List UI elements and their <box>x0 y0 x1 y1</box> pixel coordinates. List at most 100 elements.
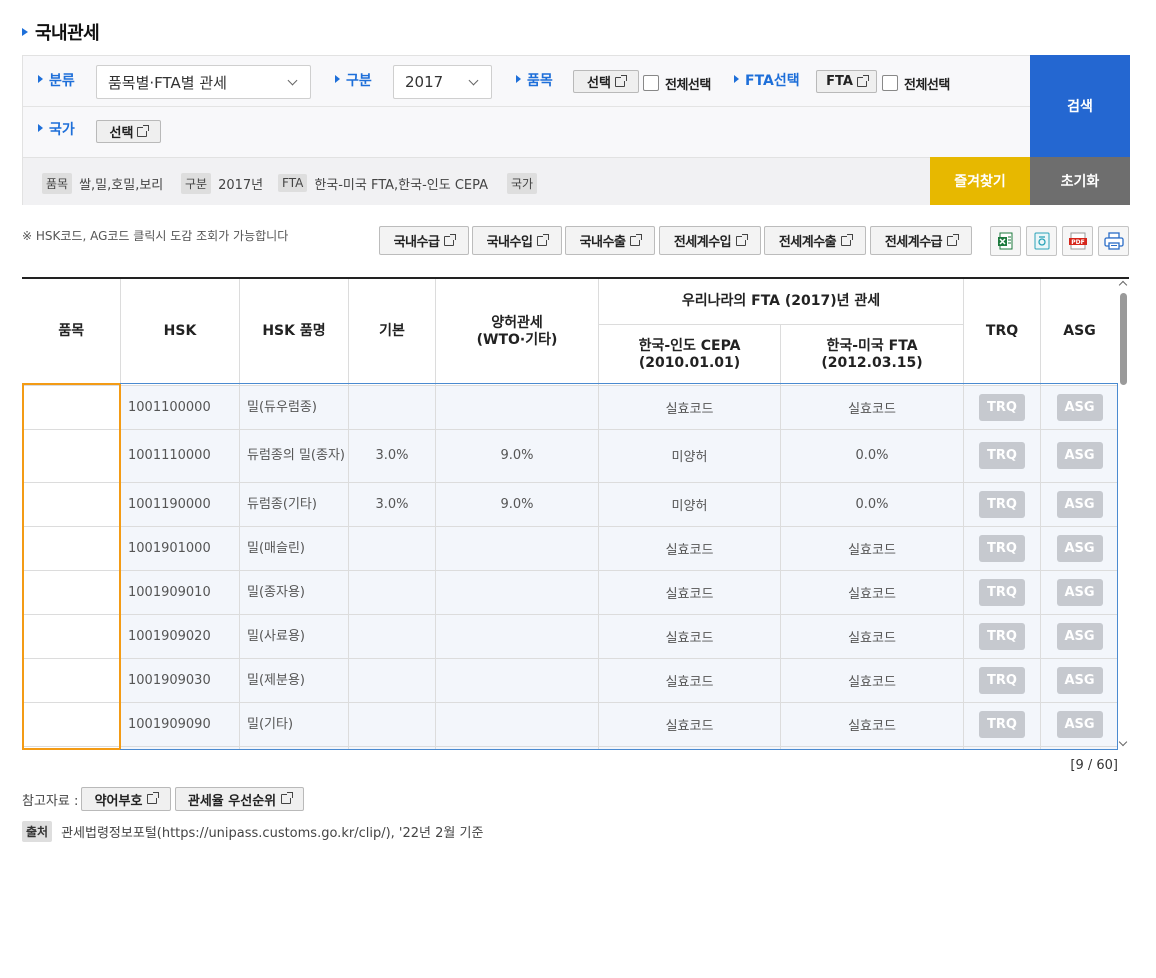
cell-hsk-name: 밀(기타) <box>239 701 349 747</box>
item-select-all-checkbox[interactable] <box>643 75 659 91</box>
cell-hsk[interactable]: 1001909010 <box>120 569 240 615</box>
excel-download-button[interactable] <box>990 226 1021 256</box>
cell-trq: TRQ <box>963 481 1042 527</box>
col-header-basic: 기본 <box>348 279 436 386</box>
country-select-button[interactable]: 선택 <box>96 120 161 143</box>
cell-trq: TRQ <box>963 701 1042 747</box>
table-cell <box>963 745 1042 749</box>
external-link-icon <box>281 792 294 804</box>
cell-concession <box>435 613 599 659</box>
scroll-up-icon[interactable] <box>1118 280 1128 290</box>
classification-select[interactable]: 품목별·FTA별 관세 <box>96 65 311 99</box>
cell-hsk[interactable]: 1001901000 <box>120 525 240 571</box>
trq-button[interactable]: TRQ <box>979 442 1026 469</box>
external-link-icon <box>856 74 869 87</box>
domestic-export-button[interactable]: 국내수출 <box>565 226 655 255</box>
bullet-icon <box>38 124 43 132</box>
abbreviation-button[interactable]: 약어부호 <box>81 787 171 811</box>
table-cell <box>1040 745 1120 749</box>
category-select[interactable]: 2017 <box>393 65 492 99</box>
cell-fta-usa: 0.0% <box>779 481 965 527</box>
table-cell <box>120 745 240 749</box>
cell-item <box>22 428 121 483</box>
cell-item <box>22 569 121 615</box>
cell-basic: 3.0% <box>348 428 436 483</box>
reset-button[interactable]: 초기화 <box>1030 157 1130 205</box>
col-header-fta-usa: 한국-미국 FTA (2012.03.15) <box>779 323 965 386</box>
cell-concession: 9.0% <box>435 481 599 527</box>
trq-button[interactable]: TRQ <box>979 490 1026 518</box>
world-export-button[interactable]: 전세계수출 <box>764 226 866 255</box>
fta-select-all-checkbox[interactable] <box>882 75 898 91</box>
table-cell <box>348 745 436 749</box>
cell-item <box>22 384 121 430</box>
cell-hsk-name: 밀(매슬린) <box>239 525 349 571</box>
favorite-button[interactable]: 즐겨찾기 <box>930 157 1030 205</box>
fta-select-button[interactable]: FTA <box>816 70 877 93</box>
source-note: 출처 관세법령정보포털(https://unipass.customs.go.k… <box>22 821 483 842</box>
cell-hsk[interactable]: 1001110000 <box>120 428 240 483</box>
chevron-down-icon <box>468 75 479 86</box>
cell-hsk[interactable]: 1001909090 <box>120 701 240 747</box>
col-header-fta-group: 우리나라의 FTA (2017)년 관세 <box>597 279 965 325</box>
trq-button[interactable]: TRQ <box>979 622 1026 650</box>
table-row: 1001909020 밀(사료용) 실효코드 실효코드 TRQ ASG <box>22 613 1120 659</box>
cell-concession <box>435 384 599 430</box>
cell-hsk[interactable]: 1001190000 <box>120 481 240 527</box>
trq-button[interactable]: TRQ <box>979 578 1026 606</box>
trq-button[interactable]: TRQ <box>979 393 1026 421</box>
cell-hsk[interactable]: 1001909020 <box>120 613 240 659</box>
item-select-all[interactable]: 전체선택 <box>643 74 711 93</box>
pdf-download-button[interactable]: PDF <box>1062 226 1093 256</box>
code-notice: ※ HSK코드, AG코드 클릭시 도감 조회가 가능합니다 <box>22 229 289 243</box>
asg-button[interactable]: ASG <box>1056 442 1103 469</box>
cell-basic <box>348 613 436 659</box>
col-header-concession: 양허관세 (WTO·기타) <box>435 279 599 386</box>
external-link-icon <box>630 233 643 246</box>
cell-fta-india: 실효코드 <box>598 613 781 659</box>
asg-button[interactable]: ASG <box>1056 578 1103 606</box>
asg-button[interactable]: ASG <box>1056 622 1103 650</box>
trq-button[interactable]: TRQ <box>979 666 1026 694</box>
cell-trq: TRQ <box>963 569 1042 615</box>
country-label: 국가 <box>38 120 75 138</box>
cell-basic <box>348 569 436 615</box>
selection-summary: 품목 쌀,밀,호밀,보리 구분 2017년 FTA 한국-미국 FTA,한국-인… <box>23 157 930 205</box>
cell-item <box>22 613 121 659</box>
asg-button[interactable]: ASG <box>1056 393 1103 421</box>
search-button[interactable]: 검색 <box>1030 55 1130 157</box>
scroll-down-icon[interactable] <box>1118 737 1128 747</box>
asg-button[interactable]: ASG <box>1056 666 1103 694</box>
summary-item: 품목 쌀,밀,호밀,보리 <box>42 172 163 194</box>
external-link-icon <box>736 233 749 246</box>
asg-button[interactable]: ASG <box>1056 534 1103 562</box>
tariff-priority-button[interactable]: 관세율 우선순위 <box>175 787 304 811</box>
cell-hsk[interactable]: 1001909030 <box>120 657 240 703</box>
cell-hsk[interactable]: 1001100000 <box>120 384 240 430</box>
fta-select-all[interactable]: 전체선택 <box>882 74 950 93</box>
item-select-button[interactable]: 선택 <box>573 70 639 93</box>
world-supply-button[interactable]: 전세계수급 <box>870 226 972 255</box>
scroll-thumb[interactable] <box>1120 293 1127 385</box>
asg-button[interactable]: ASG <box>1056 710 1103 738</box>
col-header-asg: ASG <box>1040 279 1120 386</box>
table-row <box>22 745 1120 749</box>
col-header-item: 품목 <box>22 279 121 386</box>
domestic-supply-button[interactable]: 국내수급 <box>379 226 469 255</box>
summary-country: 국가 <box>507 172 544 194</box>
print-button[interactable] <box>1098 226 1129 256</box>
asg-button[interactable]: ASG <box>1056 490 1103 518</box>
cell-fta-usa: 실효코드 <box>779 525 965 571</box>
title-bullet-icon <box>22 28 28 36</box>
col-header-fta-india: 한국-인도 CEPA (2010.01.01) <box>598 323 781 386</box>
cell-fta-india: 실효코드 <box>598 525 781 571</box>
domestic-import-button[interactable]: 국내수입 <box>472 226 562 255</box>
trq-button[interactable]: TRQ <box>979 534 1026 562</box>
source-text: 관세법령정보포털(https://unipass.customs.go.kr/c… <box>61 826 484 841</box>
tariff-table-area: 품목 HSK HSK 품명 기본 양허관세 (WTO·기타) 우리나라의 FTA… <box>22 277 1129 749</box>
trq-button[interactable]: TRQ <box>979 710 1026 738</box>
table-scrollbar[interactable] <box>1118 279 1129 749</box>
hwp-download-button[interactable] <box>1026 226 1057 256</box>
world-import-button[interactable]: 전세계수입 <box>659 226 761 255</box>
cell-concession <box>435 657 599 703</box>
